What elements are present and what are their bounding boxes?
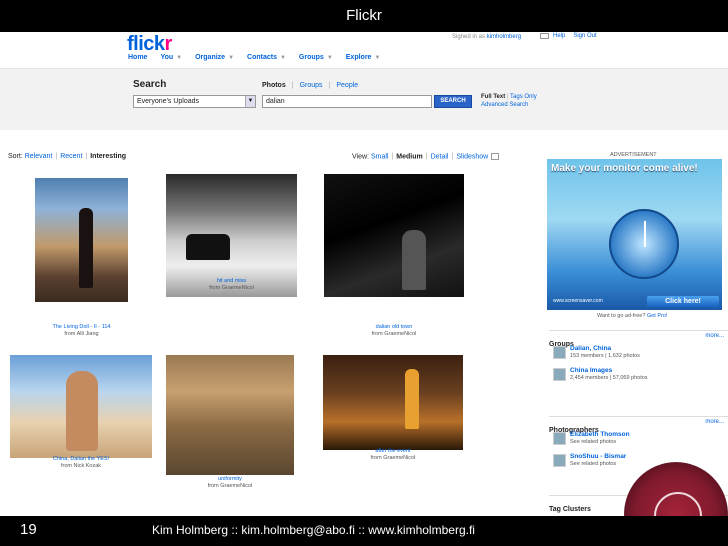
help-link[interactable]: Help	[553, 33, 565, 39]
chevron-down-icon: ▼	[228, 55, 235, 61]
chevron-down-icon: ▼	[326, 55, 333, 61]
tab-people[interactable]: People	[336, 82, 358, 89]
photo-caption: uniformity from GraemeNicol	[207, 476, 253, 489]
group-icon	[553, 346, 566, 359]
list-item[interactable]: Elizabeth Thomson See related photos	[549, 430, 728, 450]
ad-logo: www.screensaver.com	[553, 298, 603, 304]
search-mode: Full Text | Tags Only Advanced Search	[481, 94, 537, 108]
list-item[interactable]: Dalian, China 153 members | 1,632 photos	[549, 344, 728, 364]
ad-free-promo: Want to go ad-free? Get Pro!	[597, 313, 668, 319]
chevron-down-icon: ▼	[279, 55, 286, 61]
more-link[interactable]: more...	[705, 333, 724, 339]
full-text-option[interactable]: Full Text	[481, 94, 505, 100]
advanced-search-link[interactable]: Advanced Search	[481, 102, 528, 108]
search-tabs: Photos | Groups | People	[262, 82, 359, 89]
tags-only-option[interactable]: Tags Only	[510, 94, 537, 100]
sign-out-link[interactable]: Sign Out	[573, 33, 596, 39]
main-nav: Home You ▼ Organize ▼ Contacts ▼ Groups ▼ Ex…	[128, 54, 380, 61]
clock-icon	[609, 209, 679, 279]
groups-section: Groups more... Dalian, China 153 members |…	[549, 330, 728, 386]
photo-thumbnail[interactable]	[324, 174, 464, 297]
ad-label: ADVERTISEMENT	[610, 152, 657, 158]
flickr-header: flickr Signed in as kimholmberg Help Sig…	[0, 32, 728, 68]
photo-thumbnail[interactable]	[166, 355, 294, 475]
avatar	[553, 432, 566, 445]
slideshow-icon[interactable]	[491, 153, 500, 160]
sort-interesting[interactable]: Interesting	[90, 153, 126, 160]
group-icon	[553, 368, 566, 381]
photo-thumbnail[interactable]	[35, 178, 128, 302]
view-slideshow[interactable]: Slideshow	[456, 153, 488, 160]
signed-in-user[interactable]: kimholmberg	[487, 34, 521, 40]
nav-you[interactable]: You ▼	[160, 54, 182, 61]
tab-photos[interactable]: Photos	[262, 82, 286, 89]
photo-caption: hit and miss from GraemeNicol	[209, 278, 254, 291]
photo-thumbnail[interactable]	[323, 355, 463, 450]
page-number: 19	[20, 521, 37, 538]
account-links: Help Sign Out	[540, 33, 597, 39]
tab-groups[interactable]: Groups	[300, 82, 323, 89]
nav-groups[interactable]: Groups ▼	[299, 54, 333, 61]
view-options: View: Small | Medium | Detail | Slideshow	[352, 153, 500, 160]
section-title: Tag Clusters	[549, 506, 591, 513]
avatar	[553, 454, 566, 467]
mail-icon[interactable]	[540, 33, 549, 39]
nav-contacts[interactable]: Contacts ▼	[247, 54, 286, 61]
search-input[interactable]: dalian	[262, 95, 432, 108]
view-detail[interactable]: Detail	[431, 153, 449, 160]
slide-title: Flickr	[0, 0, 728, 32]
browser-screenshot: flickr Signed in as kimholmberg Help Sig…	[0, 32, 728, 516]
ad-click-button[interactable]: Click here!	[647, 296, 719, 307]
search-scope-select[interactable]: Everyone's Uploads ▼	[133, 95, 256, 108]
photo-caption: after the event from GraemeNicol	[370, 448, 416, 461]
chevron-down-icon: ▼	[374, 55, 381, 61]
view-small[interactable]: Small	[371, 153, 389, 160]
search-heading: Search	[133, 79, 167, 90]
chevron-down-icon: ▼	[176, 55, 183, 61]
photographers-section: Photographers more... Elizabeth Thomson Se…	[549, 416, 728, 472]
search-button[interactable]: SEARCH	[434, 95, 472, 108]
photo-thumbnail[interactable]	[10, 355, 152, 458]
slide-footer: 19 Kim Holmberg :: kim.holmberg@abo.fi :…	[0, 516, 728, 546]
advertisement-banner[interactable]: Make your monitor come alive! www.screen…	[547, 159, 722, 310]
nav-explore[interactable]: Explore ▼	[346, 54, 381, 61]
get-pro-link[interactable]: Get Pro!	[647, 313, 667, 319]
more-link[interactable]: more...	[705, 419, 724, 425]
photo-caption: China, Dalian the YES! from Nick Kozak	[52, 456, 110, 469]
flickr-logo[interactable]: flickr	[127, 33, 172, 56]
author-credits: Kim Holmberg :: kim.holmberg@abo.fi :: w…	[152, 523, 475, 537]
view-medium[interactable]: Medium	[396, 153, 422, 160]
nav-organize[interactable]: Organize ▼	[195, 54, 234, 61]
list-item[interactable]: China Images 2,454 members | 57,069 photo…	[549, 366, 728, 386]
photo-caption: The Living Doll - II - 114 from Alli Jian…	[52, 324, 111, 337]
signed-in-status: Signed in as kimholmberg	[452, 34, 522, 40]
nav-home[interactable]: Home	[128, 54, 147, 61]
ad-headline: Make your monitor come alive!	[551, 163, 698, 174]
sort-recent[interactable]: Recent	[60, 153, 82, 160]
photo-caption: dalian old town from GraemeNicol	[371, 324, 417, 337]
sort-relevant[interactable]: Relevant	[25, 153, 53, 160]
search-panel: Search Photos | Groups | People Everyone…	[0, 68, 728, 130]
chevron-down-icon: ▼	[245, 96, 255, 107]
